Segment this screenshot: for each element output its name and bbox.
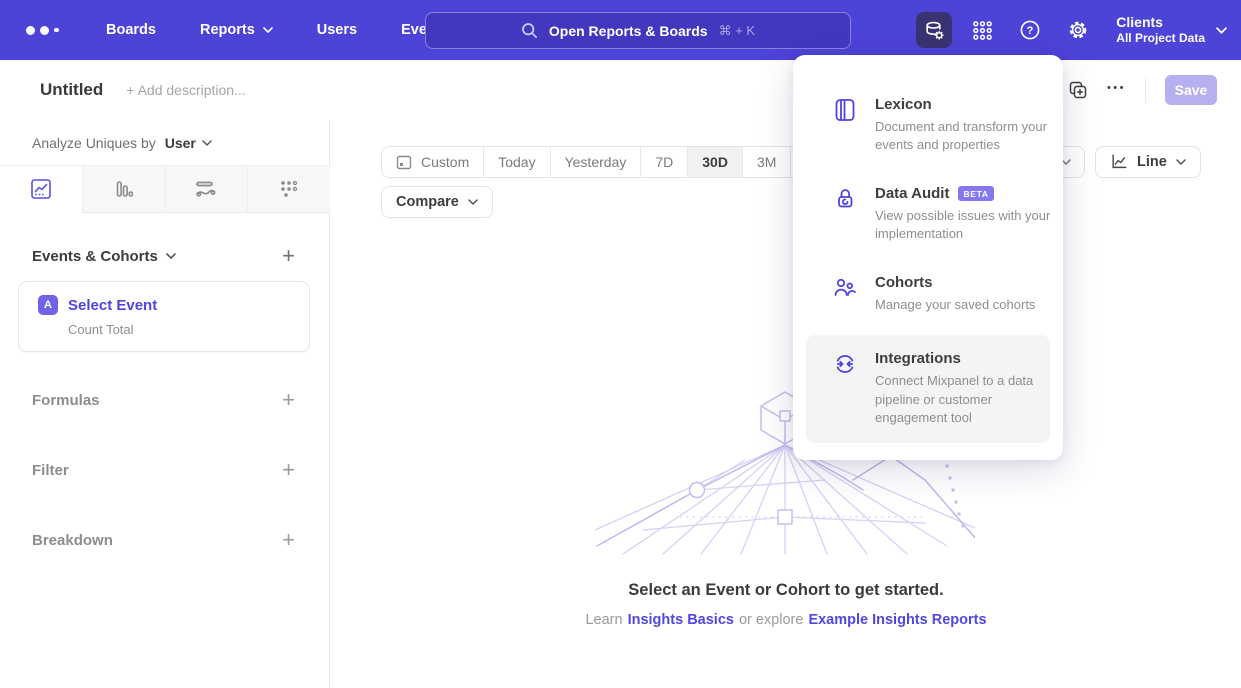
more-menu-button[interactable]: •••	[1107, 82, 1126, 98]
app: Boards Reports Users Events Open Reports…	[0, 0, 1241, 688]
date-range-yesterday[interactable]: Yesterday	[550, 147, 641, 177]
chevron-down-icon	[263, 27, 273, 33]
grid-dots-icon	[972, 20, 993, 41]
formulas-section: Formulas +	[32, 389, 295, 411]
empty-state-title: Select an Event or Cohort to get started…	[331, 581, 1241, 600]
search-shortcut-hint: ⌘ + K	[719, 23, 756, 39]
line-chart-icon	[30, 178, 52, 200]
events-cohorts-toggle[interactable]: Events & Cohorts	[32, 248, 176, 265]
settings-button[interactable]	[1060, 12, 1096, 48]
bar-chart-icon	[113, 178, 135, 200]
database-gear-icon	[923, 19, 946, 42]
example-reports-link[interactable]: Example Insights Reports	[808, 612, 986, 628]
line-chart-icon	[1110, 153, 1128, 171]
event-card[interactable]: A Select Event Count Total	[18, 281, 310, 352]
tab-bar-chart[interactable]	[82, 166, 165, 213]
search-icon	[521, 22, 538, 39]
menu-item-lexicon[interactable]: Lexicon Document and transform your even…	[793, 81, 1063, 170]
top-nav: Boards Reports Users Events Open Reports…	[0, 0, 1241, 60]
primary-nav: Boards Reports Users Events	[106, 22, 449, 38]
tab-flows[interactable]	[165, 166, 248, 213]
divider	[1145, 77, 1146, 103]
beta-badge: BETA	[958, 186, 993, 201]
formulas-label: Formulas	[32, 392, 100, 409]
dots-metric-icon	[278, 178, 300, 200]
project-selector[interactable]: Clients All Project Data	[1116, 14, 1227, 47]
lexicon-book-icon	[832, 97, 858, 123]
svg-text:?: ?	[1027, 25, 1034, 37]
add-filter-button[interactable]: +	[282, 459, 295, 481]
compare-dropdown[interactable]: Compare	[381, 186, 493, 218]
save-button[interactable]: Save	[1165, 75, 1217, 105]
global-search-input[interactable]: Open Reports & Boards ⌘ + K	[425, 12, 851, 49]
project-scope: All Project Data	[1116, 31, 1205, 46]
chevron-down-icon	[1176, 159, 1186, 165]
insights-basics-link[interactable]: Insights Basics	[628, 612, 734, 628]
event-letter-badge: A	[38, 295, 58, 315]
learn-prefix: Learn	[585, 612, 622, 628]
search-placeholder: Open Reports & Boards	[549, 23, 708, 39]
add-description-field[interactable]: + Add description...	[126, 82, 245, 98]
query-builder-sidebar: Analyze Uniques by User	[0, 120, 330, 688]
help-icon: ?	[1019, 19, 1041, 41]
nav-right-cluster: ? Clients All Project Data	[916, 0, 1227, 60]
integrations-sync-icon	[832, 351, 858, 377]
add-event-button[interactable]: +	[282, 245, 295, 267]
menu-item-integrations[interactable]: Integrations Connect Mixpanel to a data …	[806, 335, 1050, 442]
chevron-down-icon	[1216, 27, 1227, 34]
calendar-icon	[396, 154, 412, 170]
menu-item-data-audit[interactable]: Data Audit BETA View possible issues wit…	[793, 170, 1063, 259]
filter-section: Filter +	[32, 459, 295, 481]
duplicate-icon[interactable]	[1068, 80, 1088, 100]
explore-middle: or explore	[739, 612, 803, 628]
events-cohorts-header: Events & Cohorts +	[32, 245, 295, 267]
add-breakdown-button[interactable]: +	[282, 529, 295, 551]
report-header-actions: ••• Save	[1068, 60, 1217, 120]
mixpanel-logo-icon[interactable]	[26, 26, 70, 35]
nav-item-users[interactable]: Users	[317, 22, 357, 38]
chevron-down-icon	[166, 253, 176, 259]
report-title[interactable]: Untitled	[40, 80, 103, 100]
cohorts-users-icon	[832, 275, 858, 301]
event-aggregation-label[interactable]: Count Total	[68, 322, 309, 337]
chevron-down-icon	[468, 199, 478, 205]
gear-icon	[1067, 19, 1089, 41]
menu-item-cohorts[interactable]: Cohorts Manage your saved cohorts	[793, 259, 1063, 329]
filter-label: Filter	[32, 462, 69, 479]
nav-item-boards[interactable]: Boards	[106, 22, 156, 38]
date-range-custom[interactable]: Custom	[382, 147, 483, 177]
breakdown-label: Breakdown	[32, 532, 113, 549]
nav-item-reports[interactable]: Reports	[200, 22, 273, 38]
select-event-label[interactable]: Select Event	[68, 297, 157, 314]
data-management-dropdown: Lexicon Document and transform your even…	[793, 55, 1063, 460]
chevron-down-icon	[202, 140, 212, 146]
breakdown-section: Breakdown +	[32, 529, 295, 551]
tab-insights-line[interactable]	[0, 166, 82, 213]
apps-grid-button[interactable]	[964, 12, 1000, 48]
flows-icon	[194, 178, 218, 200]
date-range-today[interactable]: Today	[483, 147, 549, 177]
date-range-30d[interactable]: 30D	[687, 147, 742, 177]
data-management-button[interactable]	[916, 12, 952, 48]
visualization-tabs	[0, 165, 330, 213]
data-audit-lock-icon	[832, 186, 858, 212]
date-range-3m[interactable]: 3M	[742, 147, 790, 177]
chart-type-dropdown[interactable]: Line	[1095, 146, 1201, 178]
project-name: Clients	[1116, 14, 1205, 32]
empty-state-links: Learn Insights Basics or explore Example…	[331, 612, 1241, 628]
add-formula-button[interactable]: +	[282, 389, 295, 411]
help-button[interactable]: ?	[1012, 12, 1048, 48]
analyze-uniques-selector[interactable]: Analyze Uniques by User	[32, 135, 212, 151]
main-content: Custom Today Yesterday 7D 30D 3M 6M Line…	[331, 120, 1241, 688]
date-range-7d[interactable]: 7D	[640, 147, 687, 177]
tab-metrics[interactable]	[247, 166, 330, 213]
